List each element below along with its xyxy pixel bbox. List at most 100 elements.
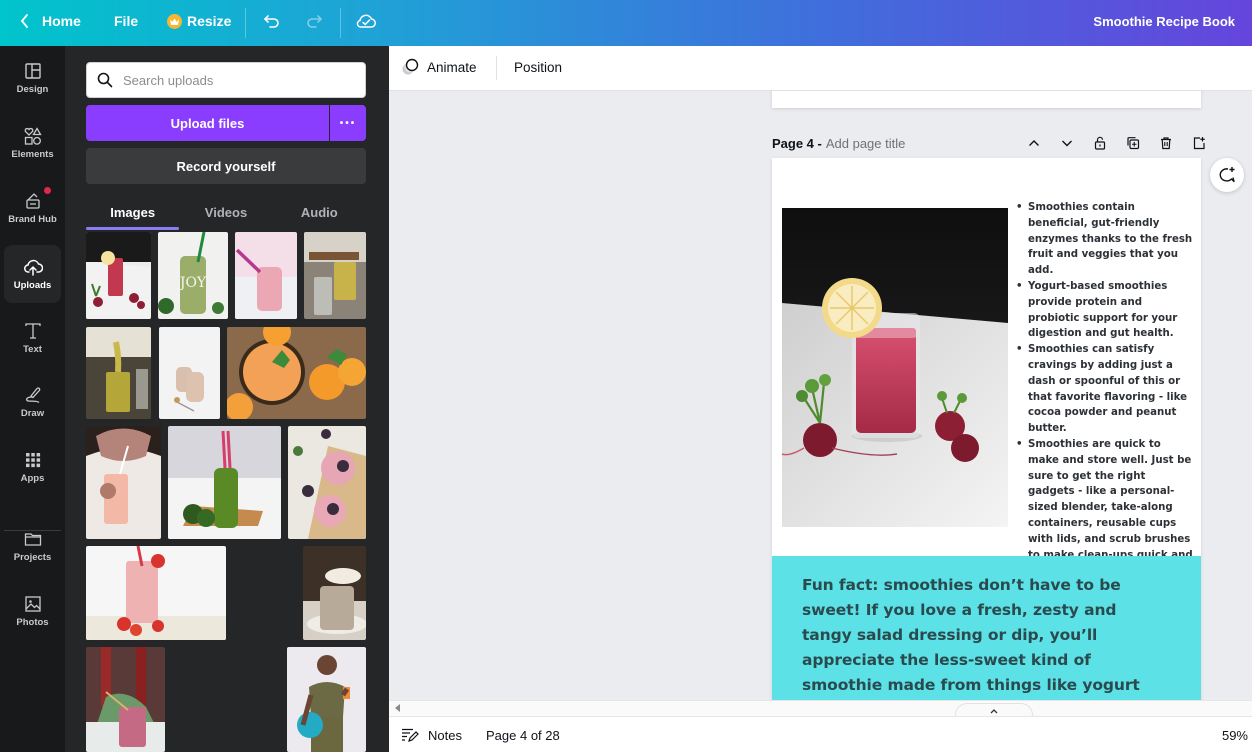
upload-thumbnail[interactable] [86, 232, 151, 319]
move-page-down-button[interactable] [1050, 133, 1083, 153]
fun-fact-box[interactable]: Fun fact: smoothies don’t have to be swe… [772, 556, 1201, 700]
page-actions [1017, 133, 1215, 153]
resize-button[interactable]: Resize [167, 13, 231, 29]
toolbar-divider [496, 56, 497, 80]
document-title[interactable]: Smoothie Recipe Book [1093, 14, 1235, 29]
upload-thumbnail[interactable] [288, 426, 366, 539]
zoom-level[interactable]: 59% [1222, 728, 1248, 743]
upload-thumbnail[interactable]: JOY [158, 232, 228, 319]
rail-item-draw[interactable]: Draw [4, 373, 61, 431]
back-button[interactable] [18, 12, 32, 30]
rail-item-text[interactable]: Text [4, 309, 61, 367]
rail-label: Draw [20, 408, 45, 419]
tab-videos[interactable]: Videos [179, 194, 272, 230]
apps-grid-icon [25, 453, 40, 468]
rail-label: Design [16, 84, 49, 95]
search-input[interactable] [123, 72, 353, 88]
animate-button[interactable]: Animate [401, 58, 477, 76]
notes-button[interactable]: Notes [401, 727, 462, 743]
animate-label: Animate [427, 59, 477, 75]
horizontal-scrollbar[interactable] [389, 700, 1252, 716]
list-item: Smoothies can satisfy cravings by adding… [1015, 342, 1195, 437]
upload-thumbnail[interactable] [303, 546, 366, 640]
unlock-icon [1094, 136, 1105, 150]
rail-item-apps[interactable]: Apps [4, 438, 61, 496]
move-page-up-button[interactable] [1017, 133, 1050, 153]
rail-item-design[interactable]: Design [4, 49, 61, 107]
page-photo[interactable] [782, 208, 1008, 527]
show-pages-toggle[interactable] [955, 703, 1033, 717]
upload-thumbnail[interactable] [304, 232, 366, 319]
rail-item-photos[interactable]: Photos [4, 582, 61, 640]
page-number-label: Page 4 - [772, 135, 822, 151]
search-box[interactable] [86, 62, 366, 98]
save-status-button[interactable] [355, 11, 377, 31]
svg-text:JOY: JOY [178, 275, 207, 291]
rail-item-uploads[interactable]: Uploads [4, 245, 61, 303]
chevron-up-icon [1028, 140, 1039, 146]
add-page-button[interactable] [1182, 133, 1215, 153]
toolbar-divider [245, 8, 246, 38]
comment-add-icon [1219, 167, 1235, 183]
upload-thumbnail[interactable] [287, 647, 366, 752]
rail-label: Photos [16, 617, 49, 628]
page-header: Page 4 - Add page title [772, 133, 1212, 153]
add-page-icon [1193, 137, 1205, 150]
top-bar: Home File Resize Smoothie Recipe Book [0, 0, 1252, 46]
design-page[interactable]: Smoothies contain beneficial, gut-friend… [772, 158, 1201, 700]
upload-thumbnail[interactable] [168, 426, 281, 539]
shapes-icon [24, 127, 42, 145]
tab-audio[interactable]: Audio [273, 194, 366, 230]
text-icon [24, 323, 41, 339]
upload-more-options-button[interactable]: ••• [330, 105, 366, 141]
upload-thumbnail[interactable] [159, 327, 220, 419]
rail-item-elements[interactable]: Elements [4, 114, 61, 172]
undo-button[interactable] [262, 11, 282, 31]
image-icon [24, 596, 41, 612]
scroll-left-arrow-icon[interactable] [395, 704, 400, 712]
folder-icon [24, 533, 41, 546]
upload-thumbnail[interactable] [86, 546, 226, 640]
benefits-list[interactable]: Smoothies contain beneficial, gut-friend… [1015, 200, 1195, 579]
notes-label: Notes [428, 727, 462, 743]
upload-thumbnail[interactable] [235, 232, 297, 319]
upload-thumbnail[interactable] [227, 327, 366, 419]
duplicate-icon [1126, 137, 1139, 150]
upload-thumbnail[interactable] [86, 647, 165, 752]
page-title-input[interactable]: Add page title [826, 136, 906, 151]
editor-toolbar: Animate Position [389, 46, 1252, 91]
previous-page[interactable] [772, 91, 1201, 108]
layout-icon [24, 63, 41, 79]
crown-icon [167, 13, 182, 29]
rail-label: Apps [20, 473, 45, 484]
resize-label: Resize [187, 13, 232, 29]
home-button[interactable]: Home [42, 13, 81, 29]
tab-images[interactable]: Images [86, 194, 180, 230]
redo-button[interactable] [304, 11, 324, 31]
brand-hub-icon [25, 193, 40, 209]
canvas-area: Page 4 - Add page title • Smoothies cont… [389, 91, 1252, 700]
chevron-down-icon [1061, 140, 1072, 147]
rail-label: Brand Hub [8, 214, 57, 225]
notes-icon [402, 728, 419, 742]
chevron-up-icon [990, 708, 998, 713]
record-yourself-button[interactable]: Record yourself [86, 148, 366, 184]
position-button[interactable]: Position [514, 60, 562, 75]
file-menu-button[interactable]: File [114, 13, 138, 29]
search-icon [97, 72, 113, 88]
upload-files-button[interactable]: Upload files [86, 105, 329, 141]
rail-item-projects[interactable]: Projects [4, 517, 61, 575]
rail-label: Uploads [13, 280, 52, 291]
draw-icon [25, 387, 40, 404]
rail-item-brand-hub[interactable]: Brand Hub [4, 179, 61, 237]
upload-thumbnail[interactable] [86, 426, 161, 539]
page-indicator[interactable]: Page 4 of 28 [486, 728, 560, 743]
duplicate-page-button[interactable] [1116, 133, 1149, 153]
list-item: Yogurt-based smoothies provide protein a… [1015, 279, 1195, 342]
redo-icon [307, 15, 323, 28]
cloud-upload-icon [23, 259, 43, 276]
delete-page-button[interactable] [1149, 133, 1182, 153]
lock-page-button[interactable] [1083, 133, 1116, 153]
add-comment-button[interactable] [1210, 158, 1244, 192]
upload-thumbnail[interactable] [86, 327, 151, 419]
